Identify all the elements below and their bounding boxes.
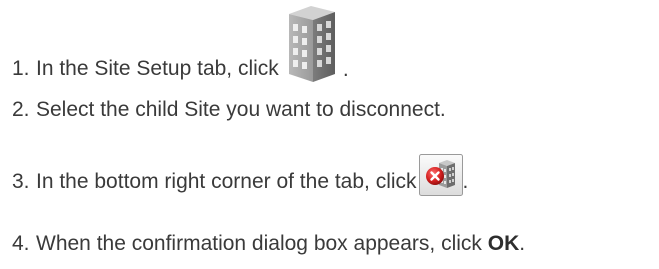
step-text: When the confirmation dialog box appears… [36, 232, 488, 255]
step-4: 4. When the confirmation dialog box appe… [0, 232, 525, 256]
step-text: Select the child Site you want to discon… [36, 98, 446, 121]
step-text: In the Site Setup tab, click [36, 57, 279, 80]
step-3: 3. In the bottom right corner of the tab… [0, 152, 469, 196]
step-2: 2. Select the child Site you want to dis… [0, 98, 446, 122]
step-text: In the bottom right corner of the tab, c… [36, 170, 417, 193]
step-number: 1. [12, 57, 30, 80]
step-suffix: . [519, 232, 526, 255]
remove-site-button[interactable] [418, 154, 463, 196]
step-suffix: . [342, 58, 349, 81]
step-suffix: . [462, 170, 469, 193]
step-number: 3. [12, 170, 30, 193]
building-icon[interactable] [281, 2, 343, 84]
step-number: 4. [12, 232, 30, 255]
remove-icon [425, 167, 444, 185]
step-number: 2. [12, 98, 30, 121]
step-1: 1. In the Site Setup tab, click . [0, 0, 349, 82]
ok-label: OK [487, 232, 520, 255]
